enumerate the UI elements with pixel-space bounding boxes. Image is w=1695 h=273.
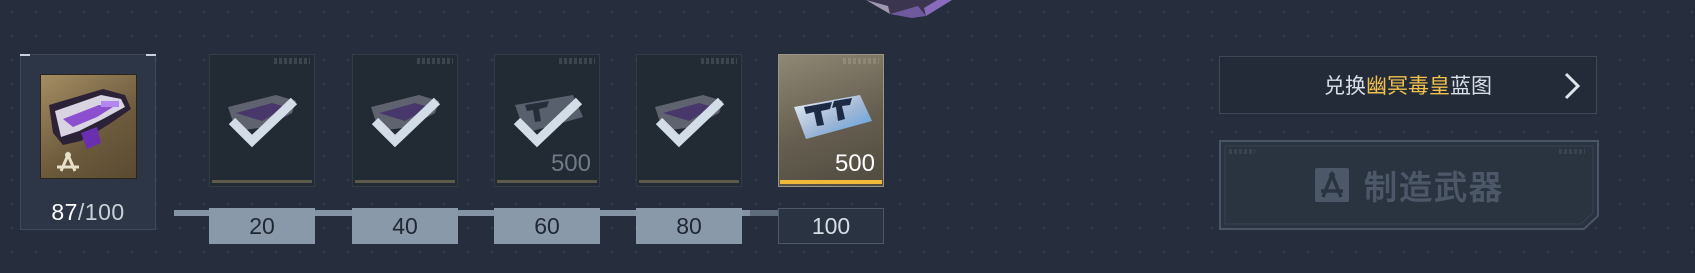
progress-counter: 87/100 — [21, 197, 155, 227]
card-serial-deco — [274, 58, 310, 64]
craft-button-label: 制造武器 — [1364, 169, 1504, 206]
milestone-20[interactable]: 20 — [209, 54, 315, 244]
checkmark-icon — [371, 97, 441, 148]
milestone-threshold: 80 — [636, 208, 742, 244]
exchange-suffix: 蓝图 — [1450, 75, 1492, 98]
milestone-threshold: 20 — [209, 208, 315, 244]
card-underline — [355, 180, 455, 183]
checkmark-icon — [228, 97, 298, 148]
card-underline — [639, 180, 739, 183]
card-underline — [212, 180, 312, 183]
ticket-icon — [794, 95, 872, 139]
weapon-blueprint-thumbnail — [40, 74, 137, 179]
card-serial-deco — [559, 58, 595, 64]
reward-card-claimed[interactable] — [352, 54, 458, 187]
blueprint-compass-icon — [1315, 168, 1349, 202]
reward-card-claimed[interactable] — [209, 54, 315, 187]
card-underline — [780, 180, 882, 184]
weapon-name-highlight: 幽冥毒皇 — [1366, 75, 1450, 98]
progress-panel: 87/100 — [20, 54, 156, 230]
milestone-threshold: 40 — [352, 208, 458, 244]
card-serial-deco — [843, 58, 879, 64]
reward-amount: 500 — [834, 150, 875, 177]
progress-track-remaining — [750, 210, 780, 216]
card-serial-deco — [701, 58, 737, 64]
milestone-100[interactable]: 500 100 — [778, 54, 884, 244]
corner-accent — [20, 54, 30, 56]
craft-button-content: 制造武器 — [1219, 140, 1599, 230]
checkmark-icon — [513, 97, 583, 148]
progress-max: 100 — [84, 199, 125, 225]
decorative-crystal — [866, 0, 952, 18]
craft-weapon-button[interactable]: 制造武器 — [1219, 140, 1599, 230]
weapon-icon — [49, 89, 131, 172]
reward-card-claimed[interactable] — [636, 54, 742, 187]
reward-card-pending[interactable]: 500 — [778, 54, 884, 187]
exchange-blueprint-button[interactable]: 兑换 幽冥毒皇 蓝图 — [1219, 56, 1597, 114]
milestone-threshold: 60 — [494, 208, 600, 244]
exchange-prefix: 兑换 — [1324, 75, 1366, 98]
milestone-threshold: 100 — [778, 208, 884, 244]
milestone-80[interactable]: 80 — [636, 54, 742, 244]
checkmark-icon — [655, 97, 725, 148]
milestone-60[interactable]: 500 60 — [494, 54, 600, 244]
milestone-40[interactable]: 40 — [352, 54, 458, 244]
card-serial-deco — [417, 58, 453, 64]
chevron-right-icon — [1564, 72, 1581, 100]
reward-card-claimed[interactable]: 500 — [494, 54, 600, 187]
reward-amount: 500 — [550, 150, 591, 177]
progress-separator: / — [77, 199, 85, 225]
card-underline — [497, 180, 597, 183]
progress-current: 87 — [51, 199, 78, 225]
corner-accent — [146, 54, 156, 56]
